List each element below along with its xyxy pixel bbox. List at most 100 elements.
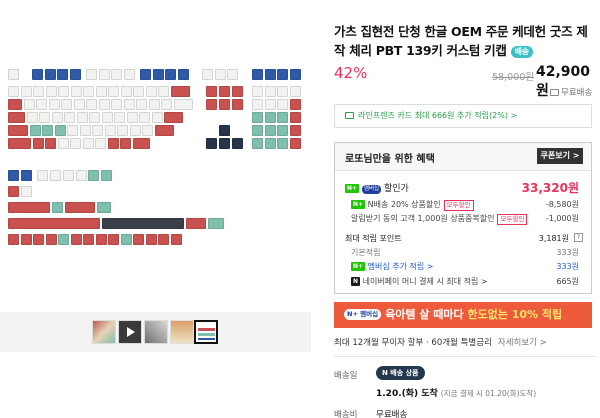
keycap — [252, 86, 263, 97]
keycap — [95, 234, 107, 245]
keycap — [95, 138, 106, 149]
keycap — [232, 138, 243, 149]
thumbnail-4[interactable] — [170, 320, 194, 344]
keycap — [214, 69, 226, 80]
keycap — [76, 170, 87, 181]
keycap — [58, 86, 69, 97]
keycap — [44, 69, 56, 80]
keycap — [95, 86, 107, 97]
keycap — [86, 99, 97, 110]
play-icon — [127, 327, 135, 337]
keycap — [8, 112, 25, 123]
keycap — [83, 86, 94, 97]
delivery-date: 1.20.(화) 도착 (지금 결제 시 01.20(화)도착) — [376, 389, 537, 399]
product-main-image[interactable] — [0, 0, 311, 312]
keycap — [21, 186, 32, 197]
keycap — [206, 86, 217, 97]
keycap — [50, 170, 61, 181]
thumbnail-strip — [0, 312, 311, 352]
keycap — [123, 99, 135, 110]
delivery-badge: 배송 — [510, 45, 533, 58]
thumbnail-5-selected[interactable] — [194, 320, 218, 344]
discount-tag: 모두할인 — [497, 214, 528, 225]
card-benefit-link[interactable]: 라인프렌즈 카드 최대 666원 추가 적립(2%) > — [334, 104, 592, 128]
shipping-fee-value: 무료배송 — [376, 410, 408, 418]
keycap — [139, 112, 150, 123]
keycap — [45, 86, 57, 97]
keycap — [101, 112, 113, 123]
keycap — [173, 99, 193, 110]
keycap — [32, 138, 44, 149]
keycap — [45, 138, 56, 149]
keycap — [232, 99, 243, 110]
keycap — [186, 218, 206, 229]
membership-icon: 멤버십 — [361, 185, 382, 194]
keycap — [8, 99, 22, 110]
keycap — [79, 125, 91, 136]
keycap — [136, 99, 147, 110]
keycap — [177, 69, 189, 80]
shipping-fee-label: 배송비 — [334, 410, 358, 418]
keycap — [64, 112, 75, 123]
keycap — [145, 234, 157, 245]
keycap — [277, 125, 288, 136]
keycap — [164, 112, 183, 123]
keycap — [252, 125, 263, 136]
keycap — [289, 112, 301, 123]
keycap — [264, 86, 276, 97]
keycap — [39, 112, 50, 123]
keycap — [88, 170, 99, 181]
product-info-panel: 가츠 집현전 단청 한글 OEM 주문 케데헌 굿즈 제작 체리 PBT 139… — [326, 0, 600, 418]
keycap — [227, 69, 238, 80]
keycap — [264, 125, 276, 136]
membership-promo-banner[interactable]: N+ 멤버십 육아템 살 때마다 한도없는 10% 적립 — [334, 302, 592, 328]
credit-card-icon — [345, 112, 354, 119]
keycap — [69, 69, 81, 80]
keycap — [219, 138, 230, 149]
coupon-button[interactable]: 쿠폰보기 > — [537, 148, 583, 164]
thumbnail-3[interactable] — [144, 320, 168, 344]
keycap — [67, 125, 78, 136]
image-gallery — [0, 0, 311, 418]
keycap — [126, 112, 138, 123]
keycap — [232, 86, 243, 97]
keycap — [58, 234, 69, 245]
keycap — [170, 234, 182, 245]
keycap — [57, 138, 69, 149]
keycap — [42, 125, 53, 136]
keycap — [252, 112, 263, 123]
keycap — [54, 125, 66, 136]
keycap — [264, 112, 276, 123]
keycap — [165, 69, 176, 80]
thumbnail-1[interactable] — [92, 320, 116, 344]
keycap — [37, 170, 48, 181]
truck-icon — [550, 89, 559, 96]
keycap — [117, 125, 128, 136]
keycap-set-image — [0, 0, 311, 312]
keycap — [8, 186, 19, 197]
keycap — [158, 86, 169, 97]
npay-icon: N+ — [351, 200, 366, 209]
free-shipping-label: 무료배송 — [550, 86, 592, 98]
keycap — [8, 234, 19, 245]
n-delivery-badge: N 배송 상품 — [376, 366, 425, 380]
keycap — [132, 138, 150, 149]
thumbnail-video[interactable] — [118, 320, 142, 344]
keycap — [70, 234, 82, 245]
keycap — [76, 112, 88, 123]
npay-money-icon: N — [351, 277, 361, 286]
benefit-box: 로또님만을 위한 혜택 쿠폰보기 > N+ 멤버십 할인가 33,320원 N+… — [334, 142, 592, 294]
keycap — [252, 69, 263, 80]
keycap — [8, 170, 19, 181]
keycap — [114, 112, 125, 123]
benefit-header: 로또님만을 위한 혜택 쿠폰보기 > — [335, 143, 591, 171]
installment-info: 최대 12개월 무이자 할부 · 60개월 특별금리 자세히보기 > — [334, 338, 547, 348]
keycap — [8, 202, 50, 213]
installment-more-link[interactable]: 자세히보기 > — [498, 338, 547, 348]
keycap — [48, 99, 60, 110]
keycap — [20, 234, 32, 245]
keycap — [86, 69, 97, 80]
keycap — [97, 202, 111, 213]
keycap — [277, 86, 288, 97]
help-icon[interactable]: ? — [574, 233, 583, 242]
